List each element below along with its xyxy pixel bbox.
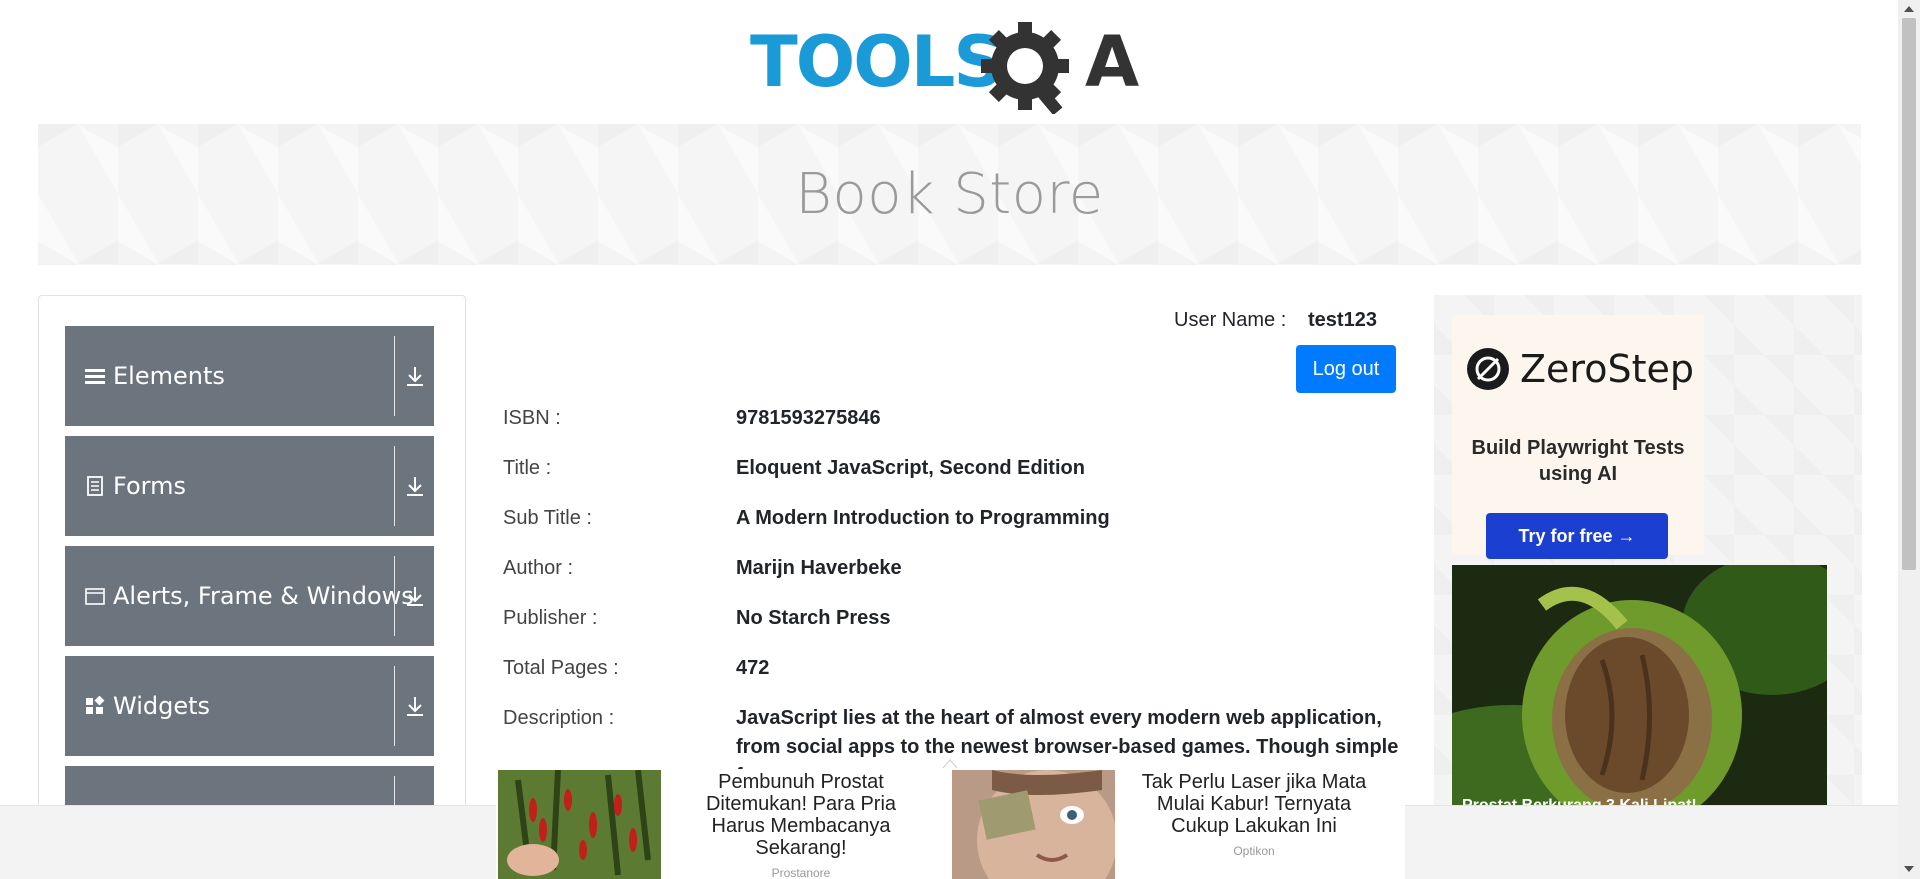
chili-photo [498, 770, 661, 879]
sidebar-group-label: Elements [113, 362, 225, 390]
isbn-label: ISBN : [503, 407, 561, 429]
user-name-label: User Name : [1174, 309, 1287, 331]
total-pages-value: 472 [736, 657, 770, 679]
publisher-value: No Starch Press [736, 607, 891, 629]
subtitle-value: A Modern Introduction to Programming [736, 507, 1110, 529]
page-title: Book Store [795, 162, 1104, 227]
side-ad[interactable]: ZeroStep Build Playwright Tests using AI… [1434, 295, 1862, 815]
try-for-free-button[interactable]: Try for free → [1486, 513, 1668, 559]
user-name-value: test123 [1308, 309, 1377, 331]
isbn-value: 9781593275846 [736, 407, 881, 429]
eye-patch-image[interactable] [952, 770, 1115, 879]
sidebar-group-widgets[interactable]: Widgets [65, 656, 434, 756]
author-label: Author : [503, 557, 574, 579]
divider [394, 446, 395, 526]
zerostep-brand: ZeroStep [1520, 347, 1694, 391]
subtitle-label: Sub Title : [503, 507, 592, 529]
sidebar-group-label: Widgets [113, 692, 211, 720]
divider [394, 666, 395, 746]
sidebar-group-elements[interactable]: Elements [65, 326, 434, 426]
zerostep-logo: ZeroStep [1466, 347, 1694, 391]
bottom-ad-source: Optikon [1233, 844, 1275, 858]
total-pages-label: Total Pages : [503, 657, 619, 679]
publisher-label: Publisher : [503, 607, 598, 629]
eye-patch-photo [952, 770, 1115, 879]
download-icon[interactable] [404, 584, 426, 608]
scroll-up-icon[interactable] [1903, 4, 1915, 14]
scroll-down-icon[interactable] [1903, 864, 1915, 874]
logo-text-left: TOOLS [750, 21, 1002, 103]
zerostep-ad[interactable]: ZeroStep Build Playwright Tests using AI… [1452, 315, 1704, 559]
zerostep-logo-icon [1467, 348, 1509, 390]
scrollbar-thumb[interactable] [1902, 18, 1916, 570]
download-icon[interactable] [404, 474, 426, 498]
toolsqa-logo[interactable]: TOOLS A [750, 18, 1155, 114]
window-icon [85, 588, 105, 605]
bottom-ad-source: Prostanore [771, 866, 831, 879]
page-banner: Book Store [38, 124, 1861, 265]
grid-icon [86, 696, 105, 714]
list-icon [85, 369, 105, 384]
page: TOOLS A Book Store Elements Forms Alerts… [0, 0, 1920, 879]
title-label: Title : [503, 457, 552, 479]
collapse-ad-icon[interactable] [942, 757, 958, 769]
document-icon [87, 476, 103, 496]
left-sidebar: Elements Forms Alerts, Frame & Windows W… [38, 295, 466, 879]
sidebar-group-forms[interactable]: Forms [65, 436, 434, 536]
divider [394, 556, 395, 636]
zerostep-tagline: Build Playwright Tests using AI [1471, 437, 1685, 485]
author-value: Marijn Haverbeke [736, 557, 902, 579]
logo-text-right: A [1085, 21, 1139, 103]
sidebar-group-alerts[interactable]: Alerts, Frame & Windows [65, 546, 434, 646]
download-icon[interactable] [404, 694, 426, 718]
bottom-ad[interactable]: Pembunuh Prostat Ditemukan! Para Pria Ha… [496, 759, 1405, 879]
walnut-ad-image[interactable]: Prostat Berkurang 3 Kali Lipat! [1452, 565, 1827, 815]
sidebar-group-label: Alerts, Frame & Windows [113, 582, 414, 610]
download-icon[interactable] [404, 364, 426, 388]
walnut-image [1452, 565, 1827, 815]
title-value: Eloquent JavaScript, Second Edition [736, 457, 1085, 479]
logout-button[interactable]: Log out [1296, 345, 1396, 393]
bottom-ad-headline[interactable]: Pembunuh Prostat Ditemukan! Para Pria Ha… [686, 771, 916, 859]
divider [394, 336, 395, 416]
description-label: Description : [503, 707, 615, 729]
bottom-ad-headline[interactable]: Tak Perlu Laser jika Mata Mulai Kabur! T… [1139, 771, 1369, 837]
sidebar-group-label: Forms [113, 472, 186, 500]
chili-image[interactable] [498, 770, 661, 879]
